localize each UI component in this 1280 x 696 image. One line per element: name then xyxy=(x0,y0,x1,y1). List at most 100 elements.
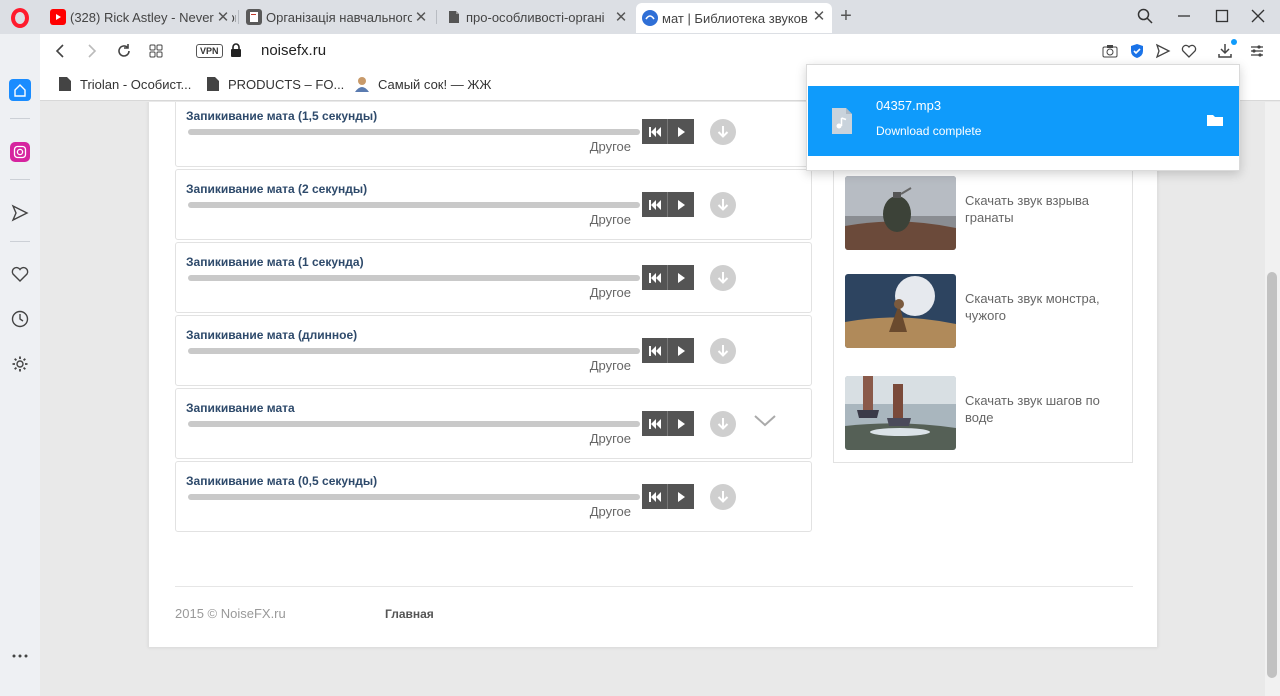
grenade-thumbnail[interactable] xyxy=(845,176,956,250)
tab-features[interactable]: про-особливості-органі ✕ xyxy=(440,4,634,30)
download-button[interactable] xyxy=(710,119,736,145)
bookmark-products[interactable]: PRODUCTS – FO... xyxy=(206,76,344,92)
water-steps-thumbnail[interactable] xyxy=(845,376,956,450)
sound-category[interactable]: Другое xyxy=(590,285,631,300)
minimize-icon[interactable] xyxy=(1171,4,1197,28)
address-bar: VPN noisefx.ru xyxy=(40,34,1280,68)
download-button[interactable] xyxy=(710,484,736,510)
audio-file-icon xyxy=(832,108,852,134)
related-item[interactable]: Скачать звук монстра, чужого xyxy=(845,274,1125,348)
rewind-button[interactable] xyxy=(642,411,668,436)
rewind-button[interactable] xyxy=(642,265,668,290)
progress-track[interactable] xyxy=(188,494,640,500)
download-button[interactable] xyxy=(710,265,736,291)
heart-icon[interactable] xyxy=(1179,41,1199,61)
related-item[interactable]: Скачать звук взрыва гранаты xyxy=(845,176,1125,250)
sound-title[interactable]: Запикивание мата (0,5 секунды) xyxy=(186,474,377,488)
tab-noisefx[interactable]: мат | Библиотека звуков ✕ xyxy=(636,3,832,33)
tab-search-icon[interactable] xyxy=(1132,4,1158,28)
expand-button[interactable] xyxy=(753,413,777,429)
sidebar-bookmarks[interactable] xyxy=(8,262,32,286)
sidebar-settings[interactable] xyxy=(8,352,32,376)
tab-title: про-особливості-органі xyxy=(466,9,605,25)
play-icon xyxy=(678,491,685,502)
bookmark-triolan[interactable]: Triolan - Особист... xyxy=(58,76,191,92)
play-button[interactable] xyxy=(668,119,694,144)
folder-icon[interactable] xyxy=(1206,112,1224,128)
download-filename: 04357.mp3 xyxy=(876,98,942,113)
tab-close-icon[interactable]: ✕ xyxy=(214,8,232,26)
rewind-button[interactable] xyxy=(642,192,668,217)
progress-track[interactable] xyxy=(188,348,640,354)
progress-track[interactable] xyxy=(188,275,640,281)
maximize-icon[interactable] xyxy=(1209,4,1235,28)
footer-copyright: 2015 © NoiseFX.ru xyxy=(175,606,286,621)
easy-setup-icon[interactable] xyxy=(1247,41,1267,61)
downloads-icon[interactable] xyxy=(1215,39,1237,61)
tab-youtube[interactable]: (328) Rick Astley - Never Gonna ✕ xyxy=(44,4,236,30)
rewind-button[interactable] xyxy=(642,484,668,509)
new-tab-button[interactable]: + xyxy=(836,5,856,27)
sidebar-send[interactable] xyxy=(8,201,32,225)
progress-track[interactable] xyxy=(188,421,640,427)
monster-thumbnail[interactable] xyxy=(845,274,956,348)
download-item[interactable]: 04357.mp3 Download complete xyxy=(808,86,1239,156)
sound-category[interactable]: Другое xyxy=(590,358,631,373)
tab-close-icon[interactable]: ✕ xyxy=(612,8,630,26)
play-icon xyxy=(678,418,685,429)
sound-item: Запикивание мата (1 секунда) Другое xyxy=(175,242,812,313)
sound-category[interactable]: Другое xyxy=(590,504,631,519)
related-item[interactable]: Скачать звук шагов по воде xyxy=(845,376,1125,450)
sound-title[interactable]: Запикивание мата xyxy=(186,401,295,415)
play-button[interactable] xyxy=(668,411,694,436)
play-button[interactable] xyxy=(668,192,694,217)
tab-title: мат | Библиотека звуков xyxy=(662,10,808,26)
play-button[interactable] xyxy=(668,338,694,363)
footer-home-link[interactable]: Главная xyxy=(385,607,434,621)
play-button[interactable] xyxy=(668,484,694,509)
related-link[interactable]: Скачать звук шагов по воде xyxy=(965,392,1115,426)
tab-organization[interactable]: Організація навчального ✕ xyxy=(240,4,434,30)
tab-close-icon[interactable]: ✕ xyxy=(412,8,430,26)
scrollbar-thumb[interactable] xyxy=(1267,272,1277,678)
download-button[interactable] xyxy=(710,411,736,437)
back-icon[interactable] xyxy=(48,39,72,63)
sound-title[interactable]: Запикивание мата (1 секунда) xyxy=(186,255,364,269)
sidebar-home[interactable] xyxy=(8,78,32,102)
adblock-shield-icon[interactable] xyxy=(1127,41,1147,61)
tab-close-icon[interactable]: ✕ xyxy=(810,7,828,25)
sound-title[interactable]: Запикивание мата (2 секунды) xyxy=(186,182,367,196)
page-scrollbar[interactable] xyxy=(1265,102,1280,696)
download-button[interactable] xyxy=(710,192,736,218)
opera-logo-icon xyxy=(11,8,29,28)
lock-icon[interactable] xyxy=(230,43,242,57)
bookmark-livejournal[interactable]: Самый сок! — ЖЖ xyxy=(354,76,491,92)
progress-track[interactable] xyxy=(188,202,640,208)
bookmark-label: Triolan - Особист... xyxy=(80,76,192,92)
bookmark-label: Самый сок! — ЖЖ xyxy=(378,76,492,92)
vpn-badge[interactable]: VPN xyxy=(196,44,223,58)
rewind-button[interactable] xyxy=(642,119,668,144)
speed-dial-icon[interactable] xyxy=(144,39,168,63)
sound-title[interactable]: Запикивание мата (1,5 секунды) xyxy=(186,109,377,123)
sound-category[interactable]: Другое xyxy=(590,139,631,154)
related-link[interactable]: Скачать звук взрыва гранаты xyxy=(965,192,1115,226)
rewind-button[interactable] xyxy=(642,338,668,363)
opera-menu-button[interactable] xyxy=(8,6,32,30)
url-field[interactable]: noisefx.ru xyxy=(261,42,326,59)
camera-icon[interactable] xyxy=(1100,41,1120,61)
play-button[interactable] xyxy=(668,265,694,290)
download-button[interactable] xyxy=(710,338,736,364)
reload-icon[interactable] xyxy=(112,39,136,63)
sound-category[interactable]: Другое xyxy=(590,431,631,446)
progress-track[interactable] xyxy=(188,129,640,135)
sidebar-instagram[interactable] xyxy=(8,140,32,164)
sidebar-more[interactable] xyxy=(8,644,32,668)
forward-icon[interactable] xyxy=(80,39,104,63)
sound-category[interactable]: Другое xyxy=(590,212,631,227)
close-window-icon[interactable] xyxy=(1245,4,1271,28)
send-icon[interactable] xyxy=(1153,41,1173,61)
related-link[interactable]: Скачать звук монстра, чужого xyxy=(965,290,1115,324)
sidebar-history[interactable] xyxy=(8,307,32,331)
sound-title[interactable]: Запикивание мата (длинное) xyxy=(186,328,357,342)
